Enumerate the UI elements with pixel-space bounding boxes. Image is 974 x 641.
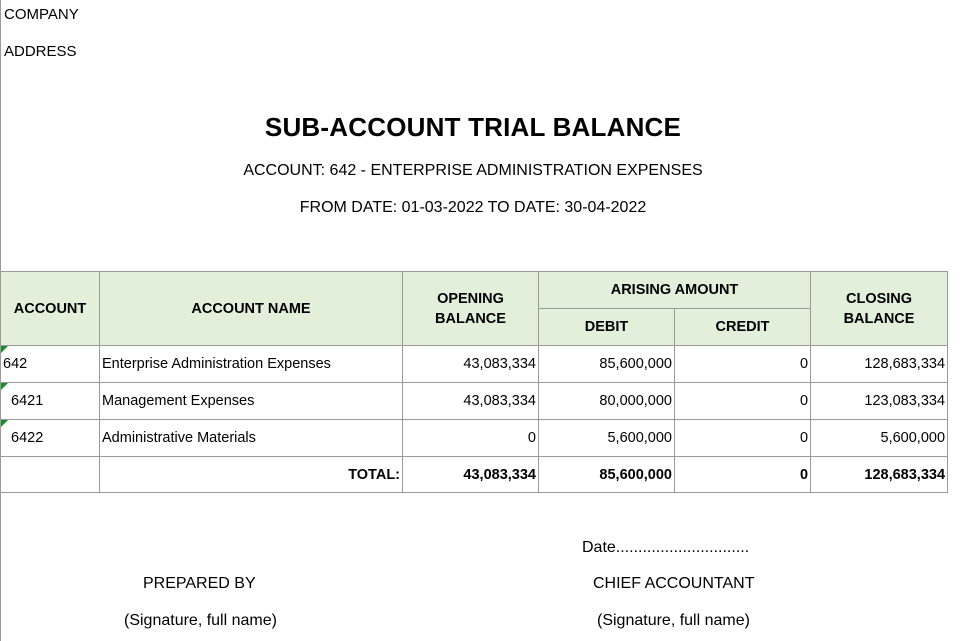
table-row: 6422 Administrative Materials 0 5,600,00…	[0, 419, 949, 457]
header-closing-balance: CLOSING BALANCE	[810, 271, 949, 346]
header-account: ACCOUNT	[0, 271, 100, 346]
comment-marker-icon	[1, 420, 8, 427]
total-blank-cell[interactable]	[0, 456, 100, 493]
account-name-cell[interactable]: Administrative Materials	[99, 419, 403, 457]
total-opening-balance[interactable]: 43,083,334	[402, 456, 539, 493]
account-cell[interactable]: 6422	[0, 419, 100, 457]
opening-balance-cell[interactable]: 43,083,334	[402, 382, 539, 420]
signature-note-left: (Signature, full name)	[124, 612, 277, 629]
total-label[interactable]: TOTAL:	[99, 456, 403, 493]
total-credit[interactable]: 0	[673, 456, 812, 493]
total-debit[interactable]: 85,600,000	[538, 456, 675, 493]
total-row: TOTAL: 43,083,334 85,600,000 0 128,683,3…	[0, 456, 949, 493]
header-opening-balance: OPENING BALANCE	[402, 271, 539, 346]
closing-balance-cell[interactable]: 123,083,334	[810, 382, 949, 420]
header-arising-amount: ARISING AMOUNT	[537, 271, 812, 309]
chief-accountant-label: CHIEF ACCOUNTANT	[593, 575, 755, 592]
signature-date: Date..............................	[582, 539, 750, 556]
account-name-cell[interactable]: Enterprise Administration Expenses	[99, 345, 403, 383]
closing-balance-cell[interactable]: 5,600,000	[810, 419, 949, 457]
prepared-by-label: PREPARED BY	[143, 575, 256, 592]
closing-balance-cell[interactable]: 128,683,334	[810, 345, 949, 383]
signature-note-right: (Signature, full name)	[597, 612, 750, 629]
account-line: ACCOUNT: 642 - ENTERPRISE ADMINISTRATION…	[243, 162, 703, 179]
header-debit: DEBIT	[538, 308, 675, 346]
comment-marker-icon	[1, 346, 8, 353]
opening-balance-cell[interactable]: 43,083,334	[402, 345, 539, 383]
account-code: 6421	[11, 393, 44, 409]
credit-cell[interactable]: 0	[673, 382, 812, 420]
account-code: 6422	[11, 430, 44, 446]
date-range-line: FROM DATE: 01-03-2022 TO DATE: 30-04-202…	[299, 199, 647, 216]
credit-cell[interactable]: 0	[673, 345, 812, 383]
address-label: ADDRESS	[4, 43, 77, 60]
header-account-name: ACCOUNT NAME	[99, 271, 403, 346]
debit-cell[interactable]: 85,600,000	[538, 345, 675, 383]
comment-marker-icon	[1, 383, 8, 390]
table-row: 642 Enterprise Administration Expenses 4…	[0, 345, 949, 383]
trial-balance-table: ACCOUNT ACCOUNT NAME OPENING BALANCE ARI…	[0, 271, 949, 493]
account-name-cell[interactable]: Management Expenses	[99, 382, 403, 420]
debit-cell[interactable]: 80,000,000	[538, 382, 675, 420]
credit-cell[interactable]: 0	[673, 419, 812, 457]
account-code: 642	[3, 356, 28, 372]
table-row: 6421 Management Expenses 43,083,334 80,0…	[0, 382, 949, 420]
account-cell[interactable]: 642	[0, 345, 100, 383]
total-closing-balance[interactable]: 128,683,334	[810, 456, 949, 493]
company-label: COMPANY	[4, 6, 79, 23]
header-credit: CREDIT	[673, 308, 812, 346]
debit-cell[interactable]: 5,600,000	[538, 419, 675, 457]
report-title: SUB-ACCOUNT TRIAL BALANCE	[264, 112, 682, 142]
account-cell[interactable]: 6421	[0, 382, 100, 420]
opening-balance-cell[interactable]: 0	[402, 419, 539, 457]
